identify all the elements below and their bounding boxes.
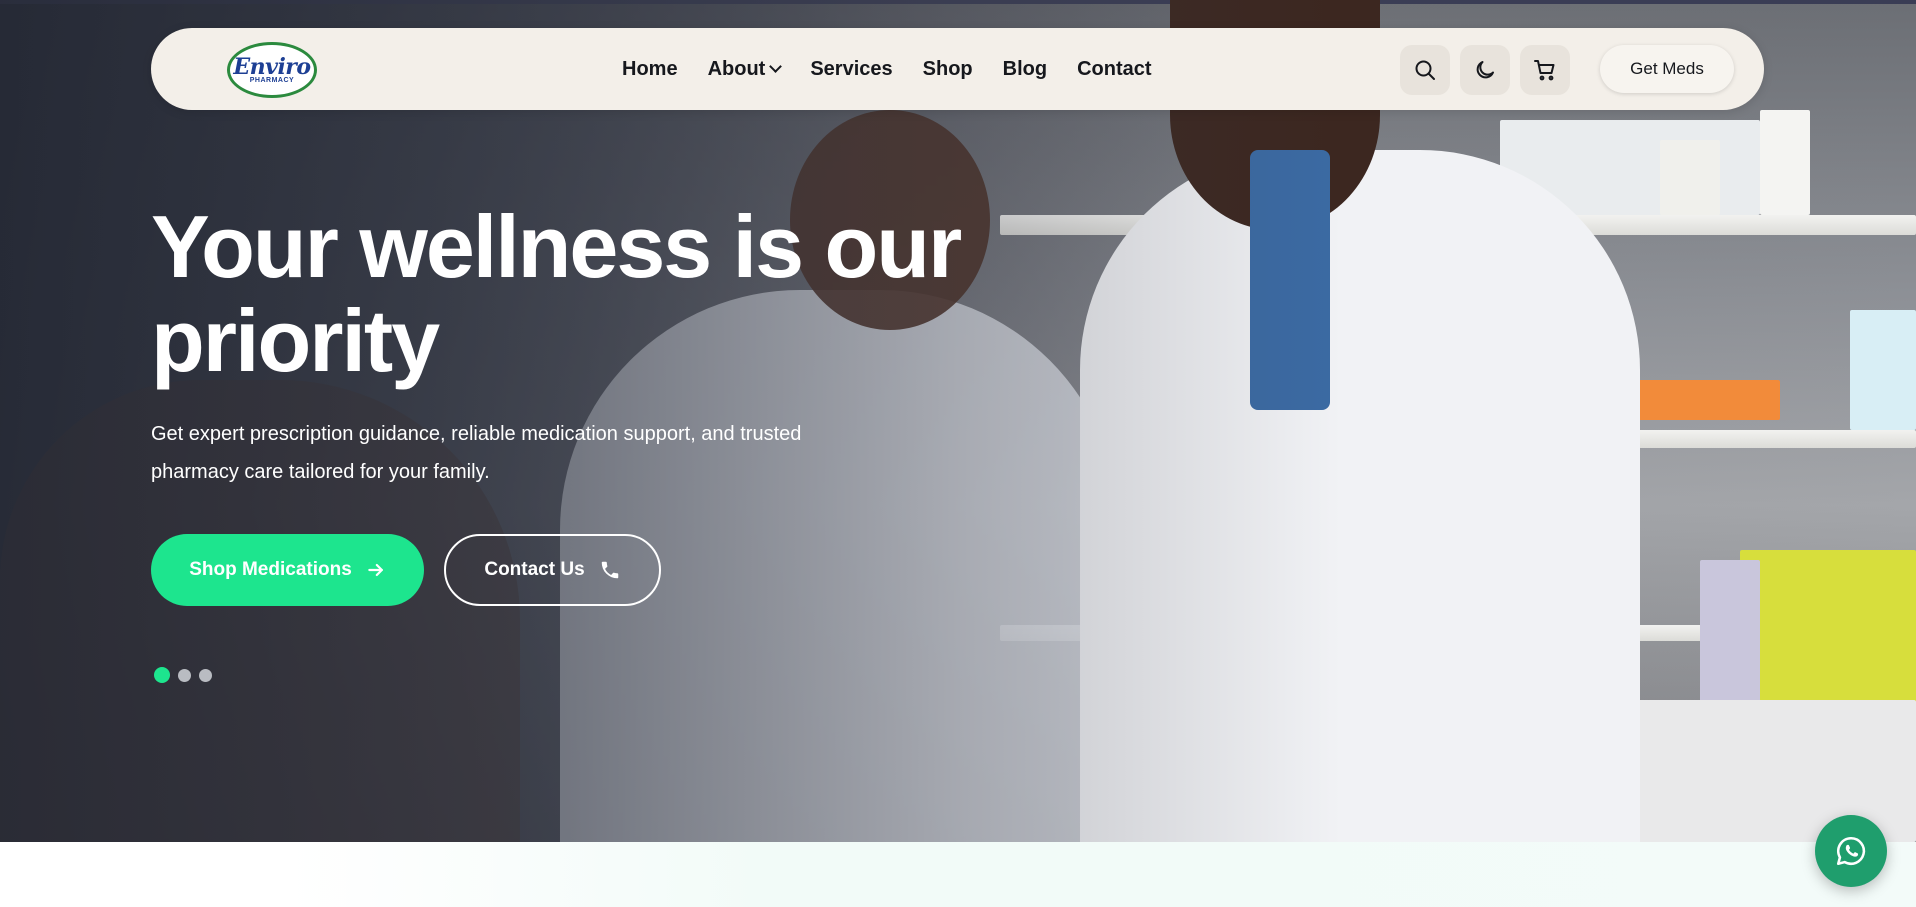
navbar: Enviro PHARMACY Home About Services Shop…: [151, 28, 1764, 110]
moon-icon: [1476, 61, 1494, 79]
nav-links: Home About Services Shop Blog Contact: [622, 28, 1182, 110]
cart-button[interactable]: [1520, 45, 1570, 95]
shop-medications-button[interactable]: Shop Medications: [151, 534, 424, 606]
search-icon: [1415, 60, 1435, 80]
brand-logo[interactable]: Enviro PHARMACY: [227, 42, 317, 98]
nav-about-label: About: [707, 57, 766, 80]
slider-dot-3[interactable]: [199, 668, 212, 682]
nav-about[interactable]: About: [707, 57, 783, 81]
hero-headline: Your wellness is our priority: [151, 197, 962, 390]
nav-services[interactable]: Services: [810, 58, 892, 81]
whatsapp-button[interactable]: [1815, 815, 1887, 887]
nav-blog[interactable]: Blog: [1003, 58, 1047, 81]
arrow-right-icon: [366, 560, 386, 580]
shop-medications-label: Shop Medications: [189, 559, 352, 580]
theme-toggle-button[interactable]: [1460, 45, 1510, 95]
get-meds-button[interactable]: Get Meds: [1600, 45, 1734, 93]
next-section: [0, 842, 1916, 907]
contact-us-button[interactable]: Contact Us: [444, 534, 661, 606]
cart-icon: [1534, 60, 1555, 81]
hero-section: Enviro PHARMACY Home About Services Shop…: [0, 0, 1916, 842]
slider-dots: [154, 667, 212, 683]
search-button[interactable]: [1400, 45, 1450, 95]
contact-us-label: Contact Us: [484, 559, 585, 580]
nav-contact[interactable]: Contact: [1077, 58, 1151, 81]
nav-shop[interactable]: Shop: [923, 58, 973, 81]
chevron-down-icon: [769, 60, 783, 73]
phone-icon: [599, 559, 621, 581]
slider-dot-1[interactable]: [154, 667, 170, 683]
logo-text: Enviro: [233, 53, 311, 80]
whatsapp-icon: [1836, 836, 1866, 866]
slider-dot-2[interactable]: [178, 668, 191, 682]
hero-subtext: Get expert prescription guidance, reliab…: [151, 423, 802, 483]
logo-subtext: PHARMACY: [249, 76, 295, 84]
nav-home[interactable]: Home: [622, 58, 678, 81]
